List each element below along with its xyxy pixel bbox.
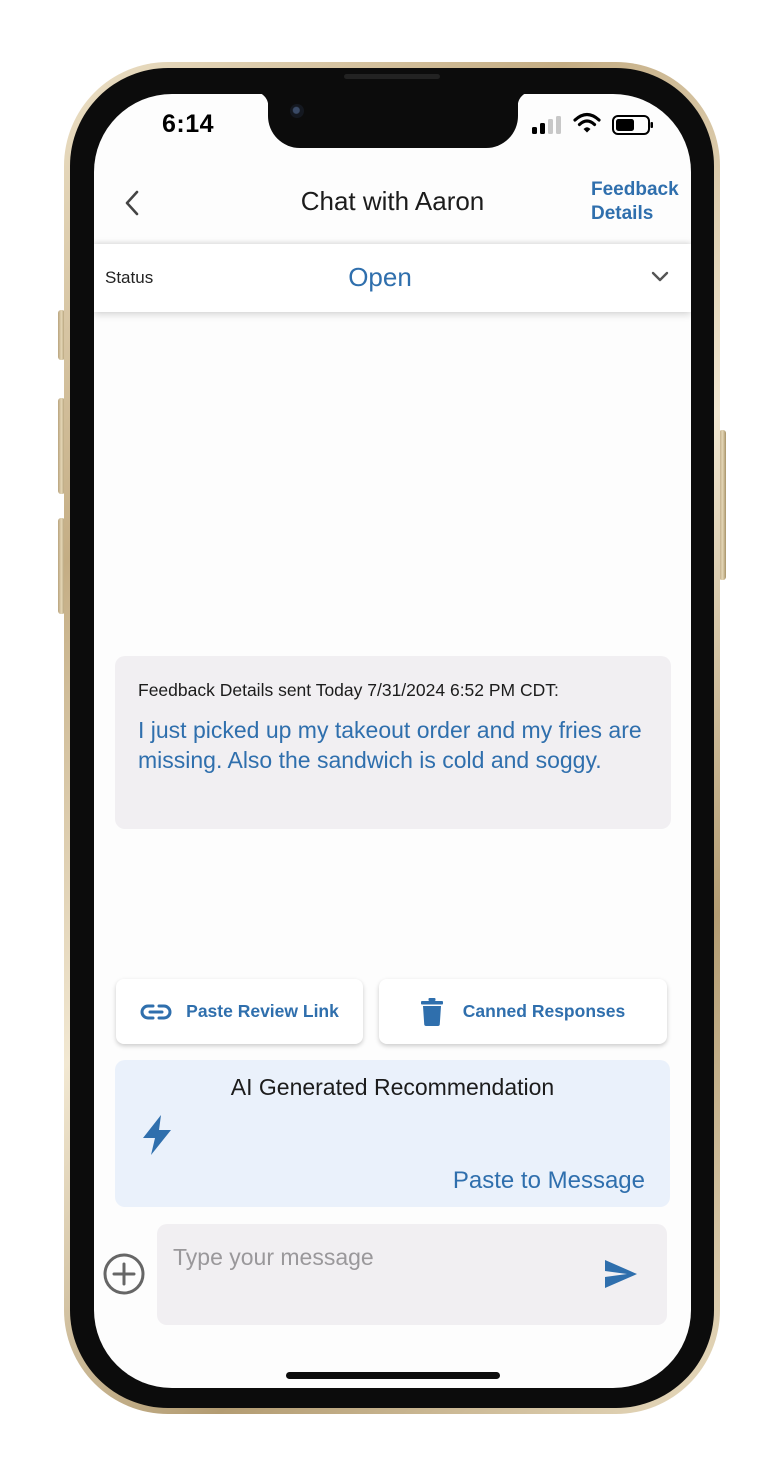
app-screen: 6:14 Chat with Aaron Feedback Details St… (94, 94, 691, 1388)
add-circle-icon[interactable] (102, 1252, 146, 1296)
bolt-icon (143, 1115, 171, 1155)
phone-power-button (719, 430, 726, 580)
message-text: I just picked up my takeout order and my… (138, 717, 642, 773)
feedback-message-bubble: Feedback Details sent Today 7/31/2024 6:… (115, 656, 671, 829)
trash-icon (420, 997, 443, 1026)
message-meta: Feedback Details sent Today 7/31/2024 6:… (138, 680, 559, 700)
ai-recommendation-card: AI Generated Recommendation Paste to Mes… (115, 1060, 670, 1207)
chevron-down-icon (651, 271, 669, 282)
feedback-details-link-line2: Details (591, 203, 654, 224)
send-icon[interactable] (603, 1258, 639, 1290)
message-input[interactable] (171, 1236, 585, 1278)
feedback-details-link-line1: Feedback (591, 179, 679, 200)
canned-responses-button[interactable]: Canned Responses (379, 979, 667, 1044)
battery-icon (612, 115, 653, 135)
home-indicator[interactable] (286, 1372, 500, 1379)
front-camera (290, 104, 304, 118)
ai-recommendation-title: AI Generated Recommendation (230, 1074, 555, 1100)
paste-review-link-button[interactable]: Paste Review Link (116, 979, 363, 1044)
phone-notch (254, 94, 532, 148)
link-icon (140, 1004, 172, 1019)
cellular-signal-icon (532, 116, 562, 134)
feedback-details-link[interactable]: Feedback Details (591, 178, 687, 226)
status-dropdown[interactable]: Status Open (94, 244, 691, 312)
paste-review-link-label: Paste Review Link (186, 1001, 339, 1021)
status-value: Open (348, 262, 412, 292)
paste-to-message-button[interactable]: Paste to Message (453, 1167, 645, 1195)
phone-speaker (344, 74, 440, 79)
canned-responses-label: Canned Responses (462, 1001, 626, 1021)
chat-header: Chat with Aaron Feedback Details (94, 172, 691, 244)
message-composer (157, 1224, 667, 1325)
wifi-icon (573, 112, 601, 133)
status-bar-time: 6:14 (162, 110, 215, 138)
